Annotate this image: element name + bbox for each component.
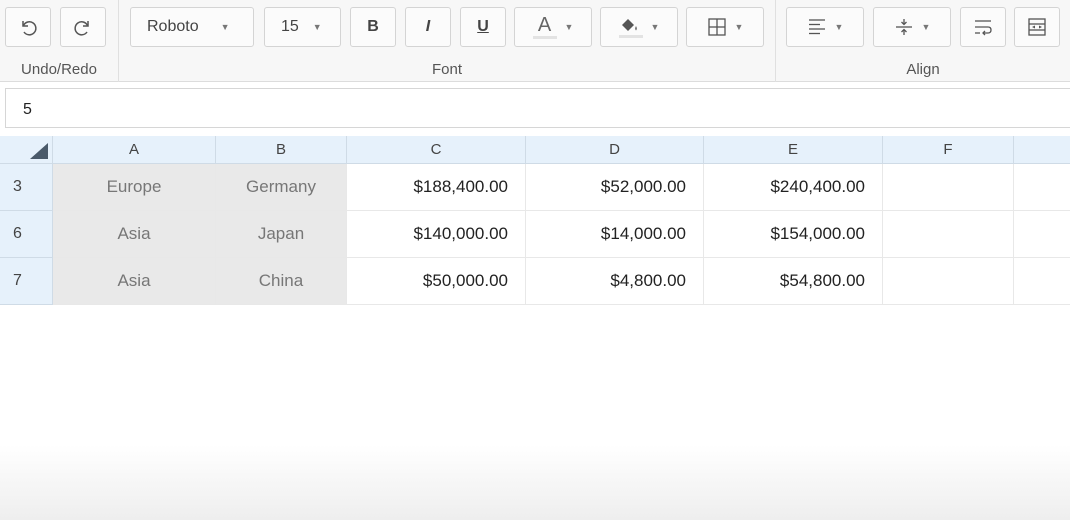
bold-icon: B [367,18,379,35]
chevron-down-icon: ▼ [650,22,660,32]
table-cell[interactable]: $52,000.00 [526,164,704,211]
table-cell[interactable]: Asia [53,211,216,258]
wrap-text-button[interactable] [960,7,1006,47]
font-family-select[interactable]: Roboto ▼ [130,7,254,47]
font-group-label: Font [431,61,462,78]
row-header[interactable]: 6 [0,211,53,258]
merge-cells-button[interactable] [1014,7,1060,47]
borders-icon [707,18,726,36]
italic-icon: I [425,18,431,35]
table-cell[interactable] [1014,211,1070,258]
chevron-down-icon: ▼ [921,22,931,32]
table-cell[interactable]: $54,800.00 [704,258,883,305]
redo-button[interactable] [60,7,106,47]
font-group: Roboto ▼ 15 ▼ B I U A ▼ ▼ ▼ Font [118,0,775,82]
formula-bar-input[interactable]: 5 [5,88,1070,128]
table-cell[interactable]: $14,000.00 [526,211,704,258]
column-header-a[interactable]: A [53,136,216,164]
select-all-triangle-icon [30,143,48,159]
column-header-c[interactable]: C [347,136,526,164]
table-cell[interactable] [883,211,1014,258]
text-color-button[interactable]: A ▼ [514,7,592,47]
chevron-down-icon: ▼ [312,22,322,32]
table-cell[interactable]: $50,000.00 [347,258,526,305]
underline-icon: U [477,18,489,35]
column-header-e[interactable]: E [704,136,883,164]
bold-button[interactable]: B [350,7,396,47]
table-cell[interactable] [1014,164,1070,211]
redo-icon [74,21,89,36]
align-left-icon [808,19,825,35]
merge-cells-icon [1028,18,1046,36]
column-header-f[interactable]: F [883,136,1014,164]
row-header[interactable]: 3 [0,164,53,211]
chevron-down-icon: ▼ [834,22,844,32]
bottom-fade-overlay [0,445,1070,520]
fill-color-icon [618,17,643,38]
table-cell[interactable] [1014,258,1070,305]
vertical-align-middle-icon [895,19,912,35]
undo-redo-group-label: Undo/Redo [21,61,97,78]
font-size-value: 15 [281,18,299,35]
undo-button[interactable] [5,7,51,47]
column-header-b[interactable]: B [216,136,347,164]
borders-button[interactable]: ▼ [686,7,764,47]
column-header-g[interactable] [1014,136,1070,164]
horizontal-align-button[interactable]: ▼ [786,7,864,47]
table-cell[interactable]: $4,800.00 [526,258,704,305]
vertical-align-button[interactable]: ▼ [873,7,951,47]
italic-button[interactable]: I [405,7,451,47]
table-cell[interactable]: Europe [53,164,216,211]
column-header-d[interactable]: D [526,136,704,164]
table-cell[interactable] [883,258,1014,305]
table-cell[interactable]: $154,000.00 [704,211,883,258]
align-group: ▼ ▼ Align [775,0,1070,82]
table-cell[interactable]: Japan [216,211,347,258]
chevron-down-icon: ▼ [220,22,230,32]
font-size-select[interactable]: 15 ▼ [264,7,341,47]
toolbar: Undo/Redo Roboto ▼ 15 ▼ B I U A ▼ ▼ ▼ Fo… [0,0,1070,82]
fill-color-button[interactable]: ▼ [600,7,678,47]
underline-button[interactable]: U [460,7,506,47]
table-cell[interactable]: Asia [53,258,216,305]
table-cell[interactable]: China [216,258,347,305]
undo-icon [22,21,37,36]
row-header[interactable]: 7 [0,258,53,305]
table-cell[interactable]: $240,400.00 [704,164,883,211]
table-cell[interactable]: $140,000.00 [347,211,526,258]
table-cell[interactable]: $188,400.00 [347,164,526,211]
text-color-icon: A [532,15,557,39]
chevron-down-icon: ▼ [564,22,574,32]
chevron-down-icon: ▼ [734,22,744,32]
table-cell[interactable] [883,164,1014,211]
undo-redo-group: Undo/Redo [0,0,118,82]
align-group-label: Align [906,61,940,78]
table-cell[interactable]: Germany [216,164,347,211]
wrap-text-icon [975,20,992,36]
select-all-corner[interactable] [0,136,53,164]
font-family-value: Roboto [147,18,199,35]
